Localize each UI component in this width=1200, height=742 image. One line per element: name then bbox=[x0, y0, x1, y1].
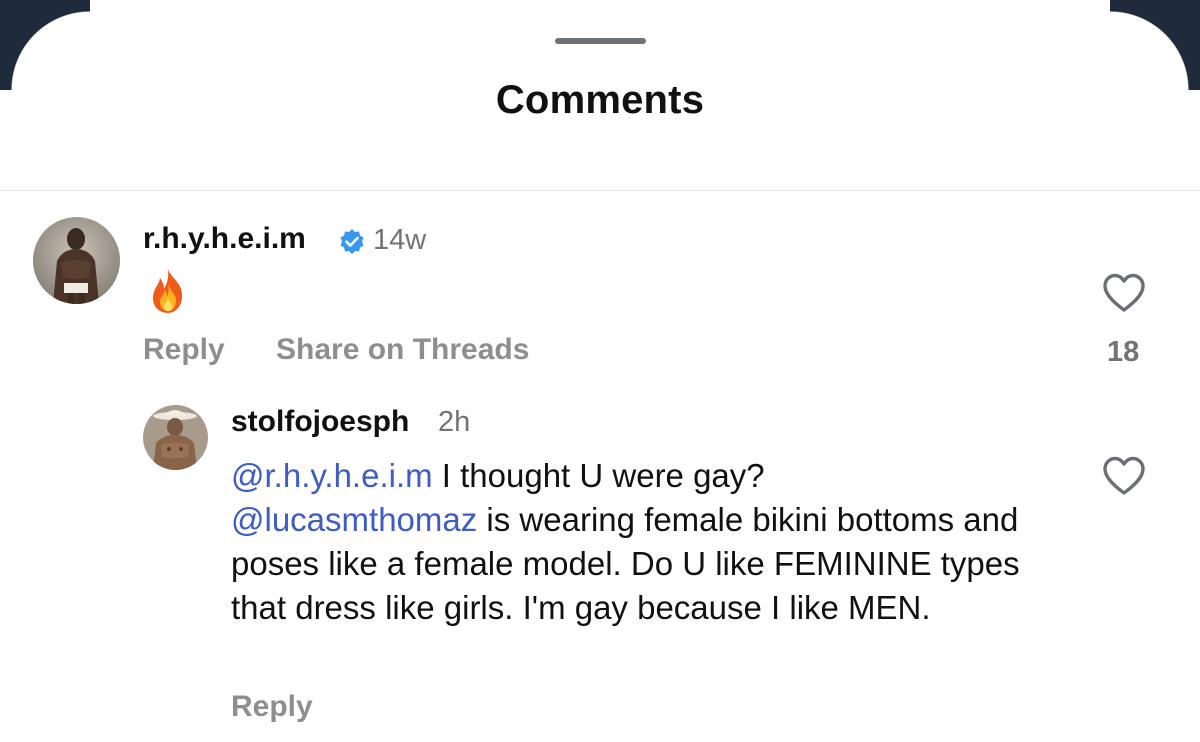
verified-badge-icon bbox=[340, 229, 364, 254]
reply-button[interactable]: Reply bbox=[231, 690, 313, 724]
like-count: 18 bbox=[1107, 336, 1140, 368]
fire-emoji: 🔥 bbox=[147, 268, 189, 319]
comment-timestamp: 14w bbox=[373, 224, 427, 256]
reply-text-part: I thought U were gay? bbox=[432, 457, 765, 494]
sheet-corner-left bbox=[0, 0, 90, 90]
sheet-title: Comments bbox=[495, 78, 705, 122]
reply-timestamp: 2h bbox=[438, 406, 471, 438]
profile-photo-icon bbox=[33, 217, 120, 304]
comments-sheet: Comments r.h.y.h.e.i.m 14w Reply Share o… bbox=[0, 0, 1200, 742]
comment-username[interactable]: r.h.y.h.e.i.m bbox=[143, 222, 306, 256]
fire-icon bbox=[152, 269, 183, 313]
reply-avatar[interactable] bbox=[143, 405, 208, 470]
mention-link[interactable]: @r.h.y.h.e.i.m bbox=[231, 457, 433, 494]
reply-button[interactable]: Reply bbox=[143, 333, 225, 367]
mention-link[interactable]: @lucasmthomaz bbox=[231, 501, 477, 538]
sheet-corner-right bbox=[1110, 0, 1200, 90]
header-divider bbox=[0, 190, 1200, 191]
comment-avatar[interactable] bbox=[33, 217, 120, 304]
profile-photo-icon bbox=[143, 405, 208, 470]
sheet-grab-handle[interactable] bbox=[555, 38, 646, 44]
reply-username[interactable]: stolfojoesph bbox=[231, 405, 409, 439]
heart-outline-icon[interactable] bbox=[1101, 272, 1147, 314]
reply-text: @r.h.y.h.e.i.m I thought U were gay? @luc… bbox=[231, 454, 1081, 630]
share-on-threads-button[interactable]: Share on Threads bbox=[276, 333, 529, 367]
heart-outline-icon[interactable] bbox=[1101, 455, 1147, 497]
